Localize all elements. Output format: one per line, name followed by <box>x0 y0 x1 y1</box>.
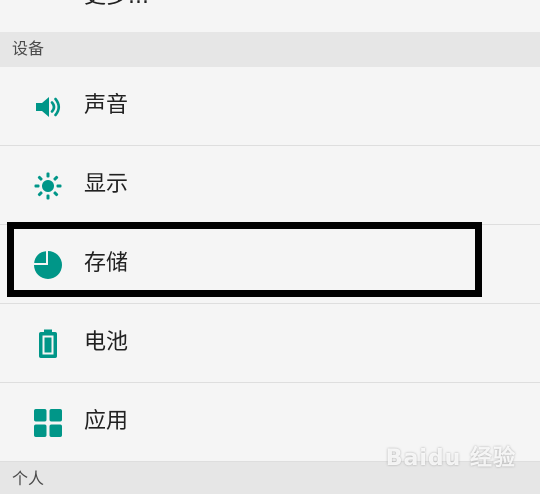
pie-chart-icon <box>33 250 63 280</box>
speaker-icon <box>33 92 63 122</box>
settings-item-display[interactable]: 显示 <box>0 146 540 225</box>
section-header-personal-label: 个人 <box>12 469 45 488</box>
brightness-icon <box>33 171 63 201</box>
settings-screen: 更多... 设备 声音 <box>0 0 540 494</box>
settings-item-display-label: 显示 <box>84 172 129 197</box>
top-partial-item[interactable]: 更多... <box>0 0 540 33</box>
settings-item-apps-label: 应用 <box>84 409 129 434</box>
top-partial-label: 更多... <box>84 0 149 12</box>
settings-item-battery[interactable]: 电池 <box>0 304 540 383</box>
settings-item-storage-label: 存储 <box>84 251 129 276</box>
section-header-device: 设备 <box>0 32 540 67</box>
section-header-device-label: 设备 <box>12 39 45 58</box>
settings-item-storage[interactable]: 存储 <box>0 225 540 304</box>
apps-grid-icon <box>33 408 63 438</box>
battery-icon <box>33 329 63 359</box>
settings-item-sound-label: 声音 <box>84 93 129 118</box>
baidu-watermark: Baidu 经验 <box>385 446 516 471</box>
settings-item-battery-label: 电池 <box>84 330 129 355</box>
settings-item-sound[interactable]: 声音 <box>0 67 540 146</box>
